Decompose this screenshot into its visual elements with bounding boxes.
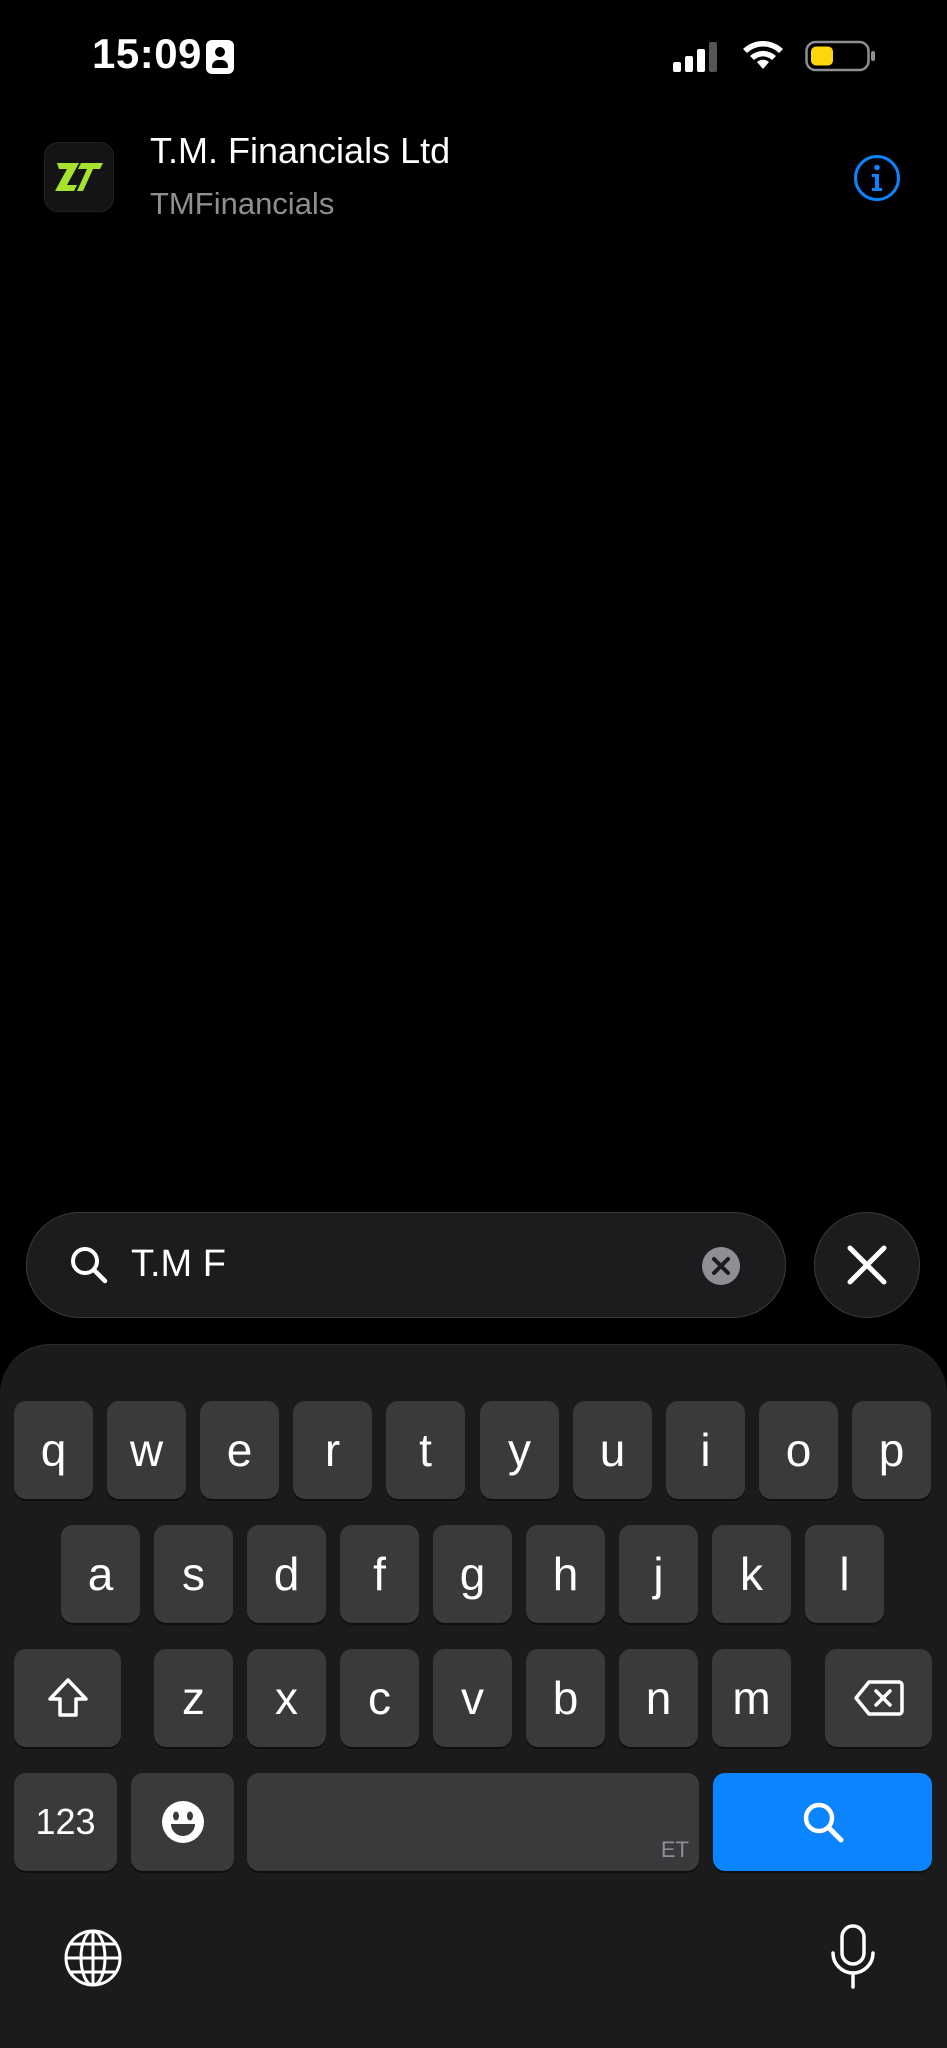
battery-icon: [805, 40, 875, 72]
globe-icon[interactable]: [62, 1927, 124, 1989]
status-time: 15:09: [92, 30, 202, 77]
result-title: T.M. Financials Ltd: [150, 130, 451, 171]
numbers-key[interactable]: 123: [14, 1773, 117, 1871]
key-h[interactable]: h: [526, 1525, 605, 1623]
search-input[interactable]: T.M F: [26, 1212, 786, 1318]
key-i[interactable]: i: [666, 1401, 745, 1499]
contact-card-icon: [206, 40, 234, 74]
key-x[interactable]: x: [247, 1649, 326, 1747]
emoji-icon: [161, 1801, 204, 1843]
app-icon: [44, 142, 114, 212]
tm-logo-icon: [55, 163, 103, 191]
key-m[interactable]: m: [712, 1649, 791, 1747]
emoji-key[interactable]: [131, 1773, 234, 1871]
key-a[interactable]: a: [61, 1525, 140, 1623]
status-indicators: [671, 36, 877, 76]
key-v[interactable]: v: [433, 1649, 512, 1747]
result-subtitle: TMFinancials: [150, 186, 335, 221]
key-r[interactable]: r: [293, 1401, 372, 1499]
key-s[interactable]: s: [154, 1525, 233, 1623]
key-q[interactable]: q: [14, 1401, 93, 1499]
search-query-text: T.M F: [131, 1243, 226, 1285]
search-result-item[interactable]: T.M. Financials Ltd TMFinancials: [0, 120, 947, 236]
key-l[interactable]: l: [805, 1525, 884, 1623]
info-icon[interactable]: [853, 154, 901, 202]
key-g[interactable]: g: [433, 1525, 512, 1623]
search-key[interactable]: [713, 1773, 932, 1871]
key-u[interactable]: u: [573, 1401, 652, 1499]
key-k[interactable]: k: [712, 1525, 791, 1623]
key-p[interactable]: p: [852, 1401, 931, 1499]
shift-key[interactable]: [14, 1649, 121, 1747]
cellular-signal-icon: [673, 42, 717, 72]
key-o[interactable]: o: [759, 1401, 838, 1499]
key-w[interactable]: w: [107, 1401, 186, 1499]
key-e[interactable]: e: [200, 1401, 279, 1499]
key-n[interactable]: n: [619, 1649, 698, 1747]
search-icon: [803, 1802, 843, 1843]
search-icon: [71, 1247, 108, 1284]
close-icon: [847, 1245, 887, 1285]
key-t[interactable]: t: [386, 1401, 465, 1499]
status-bar: 15:09: [0, 0, 947, 110]
key-z[interactable]: z: [154, 1649, 233, 1747]
wifi-icon: [743, 41, 783, 69]
key-j[interactable]: j: [619, 1525, 698, 1623]
key-b[interactable]: b: [526, 1649, 605, 1747]
shift-icon: [47, 1678, 88, 1717]
keyboard: q w e r t y u i o p a s d f g h j k l z …: [0, 1344, 947, 2048]
key-f[interactable]: f: [340, 1525, 419, 1623]
key-y[interactable]: y: [480, 1401, 559, 1499]
key-d[interactable]: d: [247, 1525, 326, 1623]
microphone-icon[interactable]: [827, 1923, 879, 1991]
backspace-icon: [853, 1680, 904, 1716]
close-search-button[interactable]: [814, 1212, 920, 1318]
clear-text-icon[interactable]: [701, 1246, 741, 1286]
key-c[interactable]: c: [340, 1649, 419, 1747]
space-key[interactable]: ET: [247, 1773, 699, 1871]
keyboard-language-hint: ET: [660, 1837, 689, 1862]
delete-key[interactable]: [825, 1649, 932, 1747]
